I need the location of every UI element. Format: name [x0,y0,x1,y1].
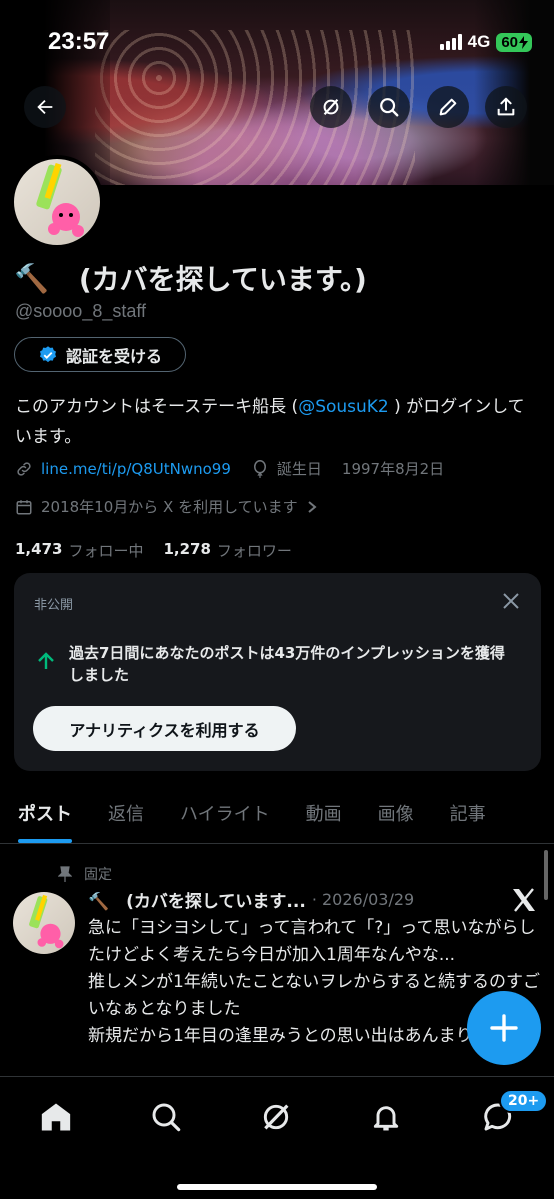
compose-post-button[interactable] [467,991,541,1065]
balloon-icon [253,459,266,478]
bio-text-prefix: このアカウントはそーステーキ船長 ( [15,397,299,417]
trend-up-arrow-icon [36,651,56,675]
tab-videos[interactable]: 動画 [288,790,360,843]
profile-avatar[interactable] [10,155,104,249]
search-icon [380,98,399,117]
search-icon [152,1103,181,1132]
back-arrow-icon [37,99,53,115]
pin-icon [58,866,72,882]
profile-meta-row: line.me/ti/p/Q8UtNwno99 誕生日 1997年8月2日 [15,458,444,479]
messages-badge: 20+ [499,1089,549,1113]
followers-label[interactable]: フォロワー [217,540,292,561]
bottom-navigation [0,1076,554,1199]
signal-icon [439,34,462,50]
bell-icon [373,1106,399,1131]
profile-tabs: ポスト 返信 ハイライト 動画 画像 記事 [0,790,554,844]
impressions-message: 過去7日間にあなたのポストは43万件のインプレッションを獲得しました [69,644,505,684]
birthday-date: 1997年8月2日 [341,460,445,478]
post-date[interactable]: · 2026/03/29 [312,890,414,909]
hammer-emoji: 🔨 [14,261,49,295]
battery-icon: 60 [496,32,532,52]
profile-handle: @soooo_8_staff [15,301,147,321]
battery-level: 60 [501,33,518,51]
grok-button[interactable] [310,86,352,128]
home-icon [41,1103,71,1131]
link-icon [17,461,31,476]
banner-crowd-photo [95,30,415,185]
grok-icon [263,1104,289,1130]
post-author-avatar[interactable] [13,892,75,954]
status-time: 23:57 [48,28,110,55]
network-type: 4G [467,32,491,51]
joined-row[interactable]: 2018年10月から X を利用しています [15,496,318,517]
tab-articles[interactable]: 記事 [432,790,504,843]
tab-replies[interactable]: 返信 [90,790,162,843]
back-button[interactable] [24,86,66,128]
joined-date: 2018年10月から X を利用しています [41,498,298,516]
pinned-label: 固定 [84,867,112,883]
bio-mention-link[interactable]: @SousuK2 [298,397,389,417]
get-verified-label: 認証を受ける [65,346,162,366]
calendar-icon [16,499,32,514]
private-label: 非公開 [34,598,74,613]
plus-icon [490,1014,518,1042]
private-analytics-card: 非公開 過去7日間にあなたのポストは43万件のインプレッションを獲得しました ア… [14,573,541,771]
tab-highlights[interactable]: ハイライト [162,790,288,843]
scrollbar[interactable] [544,850,548,900]
tab-posts[interactable]: ポスト [0,790,90,843]
verified-badge-icon [39,345,56,362]
nav-notifications[interactable] [364,1095,408,1139]
chevron-right-icon [307,500,317,513]
following-label[interactable]: フォロー中 [68,540,143,561]
profile-name: 🔨 (カバを探しています。) [14,258,367,298]
nav-home[interactable] [34,1095,78,1139]
grok-icon [323,98,339,116]
share-icon [497,97,515,116]
home-indicator[interactable] [177,1184,377,1190]
search-button[interactable] [368,86,410,128]
edit-button[interactable] [427,86,469,128]
nav-grok[interactable] [254,1095,298,1139]
post-author-name[interactable]: 🔨 (カバを探しています... [88,887,306,912]
pinned-indicator: 固定 [58,864,112,884]
tab-photos[interactable]: 画像 [360,790,432,843]
profile-name-text: (カバを探しています。) [78,263,367,296]
x-logo-icon [511,888,537,916]
use-analytics-button[interactable]: アナリティクスを利用する [33,706,296,751]
following-count[interactable]: 1,473 [15,540,62,561]
nav-search[interactable] [144,1095,188,1139]
close-card-button[interactable] [501,591,521,615]
status-indicators: 4G 60 [439,32,532,52]
close-icon [503,593,519,609]
follow-stats: 1,473 フォロー中 1,278 フォロワー [15,540,292,561]
share-button[interactable] [485,86,527,128]
post-header: 🔨 (カバを探しています... · 2026/03/29 [88,887,508,912]
followers-count[interactable]: 1,278 [163,540,210,561]
get-verified-button[interactable]: 認証を受ける [14,337,186,372]
profile-bio: このアカウントはそーステーキ船長 (@SousuK2 ) がログインしています。 [15,392,535,452]
profile-website-link[interactable]: line.me/ti/p/Q8UtNwno99 [41,460,231,478]
pencil-icon [439,98,457,116]
birthday-label: 誕生日 [276,460,322,478]
